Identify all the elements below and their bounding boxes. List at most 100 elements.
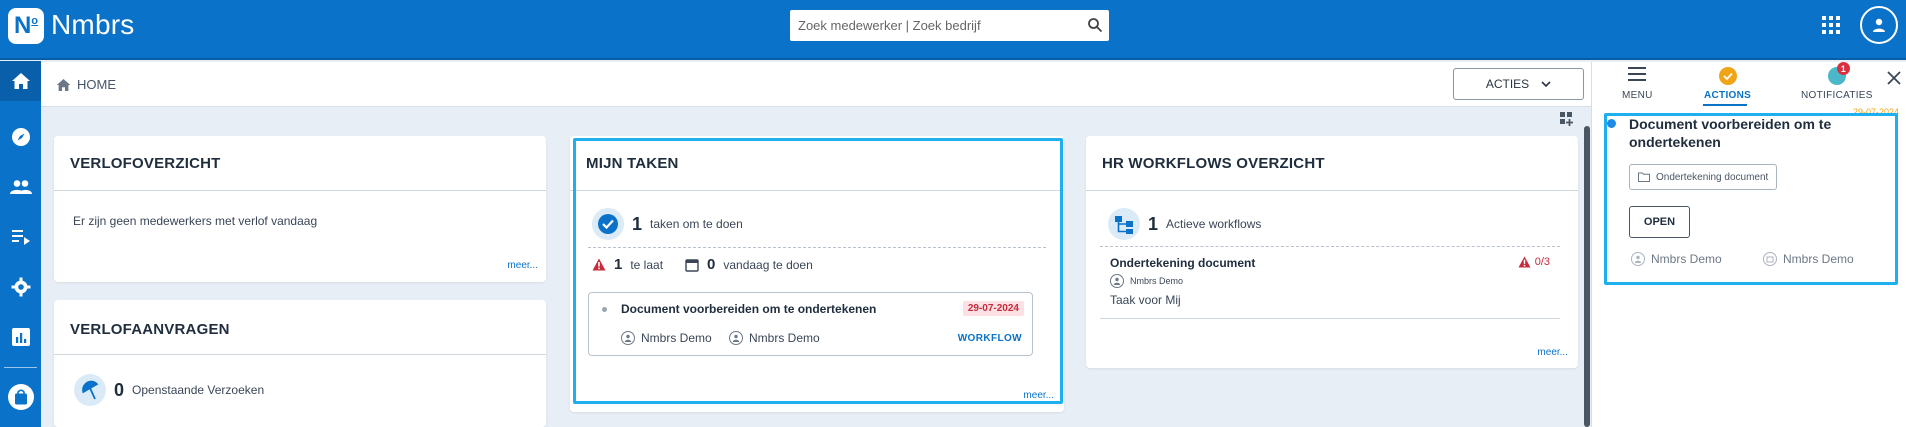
person-icon xyxy=(621,331,635,345)
workflow-icon xyxy=(1108,208,1140,240)
card-title: MIJN TAKEN xyxy=(586,155,679,172)
nav-employees[interactable] xyxy=(0,167,41,207)
tab-menu-label: MENU xyxy=(1622,90,1653,101)
tab-notificaties[interactable]: 1 NOTIFICATIES xyxy=(1801,62,1873,101)
workflow-progress: 0/3 xyxy=(1518,256,1550,268)
add-widget-icon[interactable] xyxy=(1560,112,1574,126)
nav-reports[interactable] xyxy=(0,317,41,357)
divider xyxy=(1100,318,1560,319)
person-icon xyxy=(729,331,743,345)
workflow-item[interactable]: Ondertekening document 0/3 Nmbrs Demo Ta… xyxy=(1110,256,1560,310)
person-icon xyxy=(1631,252,1645,266)
meer-link[interactable]: meer... xyxy=(1537,347,1568,358)
tab-actions-label: ACTIONS xyxy=(1704,90,1752,101)
workflow-label: Actieve workflows xyxy=(1166,217,1262,231)
dashed-divider xyxy=(588,247,1046,248)
progress-value: 0/3 xyxy=(1534,256,1550,268)
unread-dot xyxy=(1607,119,1616,128)
gear-icon xyxy=(11,277,30,297)
card-title: VERLOFOVERZICHT xyxy=(70,155,221,172)
pending-count: 0 xyxy=(114,379,125,400)
notification-badge: 1 xyxy=(1836,62,1850,75)
meer-link[interactable]: meer... xyxy=(507,260,538,271)
late-tasks[interactable]: 1 te laat xyxy=(592,256,663,273)
today-label: vandaag te doen xyxy=(723,257,813,272)
user-account-button[interactable] xyxy=(1860,6,1898,44)
card-title: VERLOFAANVRAGEN xyxy=(70,321,230,338)
workflows-summary[interactable]: 1 Actieve workflows xyxy=(1108,208,1261,240)
workflow-count: 1 xyxy=(1148,213,1159,234)
bar-chart-icon xyxy=(11,328,30,346)
assignee-name: Nmbrs Demo xyxy=(641,331,712,345)
workflow-person: Nmbrs Demo xyxy=(1110,274,1183,288)
close-icon[interactable] xyxy=(1886,70,1902,86)
pending-label: Openstaande Verzoeken xyxy=(132,383,265,397)
card-title: HR WORKFLOWS OVERZICHT xyxy=(1102,155,1325,172)
home-icon xyxy=(11,73,30,89)
logo-letter: N xyxy=(13,12,32,39)
umbrella-icon xyxy=(74,374,106,406)
breadcrumb[interactable]: HOME xyxy=(56,77,116,92)
shopping-bag-icon xyxy=(7,384,34,410)
apps-grid-icon[interactable] xyxy=(1822,16,1840,34)
tab-notificaties-label: NOTIFICATIES xyxy=(1801,90,1873,101)
todo-label: taken om te doen xyxy=(650,217,743,231)
workflow-subtitle: Taak voor Mij xyxy=(1110,293,1181,307)
empty-leave-text: Er zijn geen medewerkers met verlof vand… xyxy=(73,214,318,228)
chip-label: Ondertekening document xyxy=(1656,171,1769,183)
breadcrumb-bar: HOME xyxy=(41,62,1591,107)
acties-label: ACTIES xyxy=(1485,77,1530,91)
owner-name: Nmbrs Demo xyxy=(1783,252,1854,266)
open-button[interactable]: OPEN xyxy=(1629,206,1690,238)
nmbrs-logo[interactable]: No xyxy=(8,8,44,44)
tab-actions[interactable]: ACTIONS xyxy=(1704,66,1751,101)
logo-superscript: o xyxy=(31,15,39,27)
nav-explore[interactable] xyxy=(0,117,41,157)
meer-link[interactable]: meer... xyxy=(1023,390,1054,401)
task-card[interactable]: Document voorbereiden om te ondertekenen… xyxy=(588,292,1033,356)
workflow-tag: WORKFLOW xyxy=(957,333,1022,344)
divider xyxy=(570,190,1064,191)
task-title: Document voorbereiden om te ondertekenen xyxy=(621,302,877,316)
nav-marketplace[interactable] xyxy=(0,377,41,417)
warning-icon xyxy=(592,258,606,271)
search-box[interactable] xyxy=(790,10,1109,41)
owner-name: Nmbrs Demo xyxy=(749,331,820,345)
due-date-badge: 29-07-2024 xyxy=(962,301,1024,316)
divider xyxy=(54,190,546,191)
left-navigation xyxy=(0,61,41,427)
workflow-chip[interactable]: Ondertekening document xyxy=(1629,164,1778,190)
nav-tasks[interactable] xyxy=(0,217,41,257)
check-circle-icon xyxy=(1718,67,1737,85)
person-icon xyxy=(1110,274,1124,288)
tab-menu[interactable]: MENU xyxy=(1622,66,1653,101)
today-tasks[interactable]: 0 vandaag te doen xyxy=(685,256,813,273)
divider xyxy=(54,354,546,355)
today-count: 0 xyxy=(707,256,716,273)
breadcrumb-home: HOME xyxy=(77,77,116,92)
verlofoverzicht-card: VERLOFOVERZICHT Er zijn geen medewerkers… xyxy=(54,136,546,282)
action-title[interactable]: Document voorbereiden om te ondertekenen xyxy=(1629,115,1879,151)
dashed-divider xyxy=(1100,246,1560,247)
assignee-name: Nmbrs Demo xyxy=(1651,252,1722,266)
todo-count: 1 xyxy=(632,213,643,234)
nav-home[interactable] xyxy=(0,61,41,101)
company-icon xyxy=(1763,252,1777,266)
people-icon xyxy=(9,180,32,194)
mijn-taken-card: MIJN TAKEN 1 taken om te doen 1 te laat … xyxy=(570,136,1064,412)
verlofaanvragen-card: VERLOFAANVRAGEN 0 Openstaande Verzoeken xyxy=(54,300,546,427)
compass-icon xyxy=(11,128,30,146)
late-count: 1 xyxy=(614,256,623,273)
active-tab-indicator xyxy=(1703,104,1747,106)
scrollbar[interactable] xyxy=(1584,126,1590,427)
search-input[interactable] xyxy=(790,10,1070,41)
todo-summary[interactable]: 1 taken om te doen xyxy=(592,208,743,240)
bullet-dot xyxy=(602,307,607,312)
acties-dropdown-button[interactable]: ACTIES xyxy=(1453,68,1584,100)
nav-settings[interactable] xyxy=(0,267,41,307)
search-icon[interactable] xyxy=(1087,17,1103,33)
task-owner: Nmbrs Demo xyxy=(729,331,820,345)
user-icon xyxy=(1873,18,1885,32)
check-circle-icon xyxy=(592,208,624,240)
leave-requests-summary[interactable]: 0 Openstaande Verzoeken xyxy=(74,374,264,406)
